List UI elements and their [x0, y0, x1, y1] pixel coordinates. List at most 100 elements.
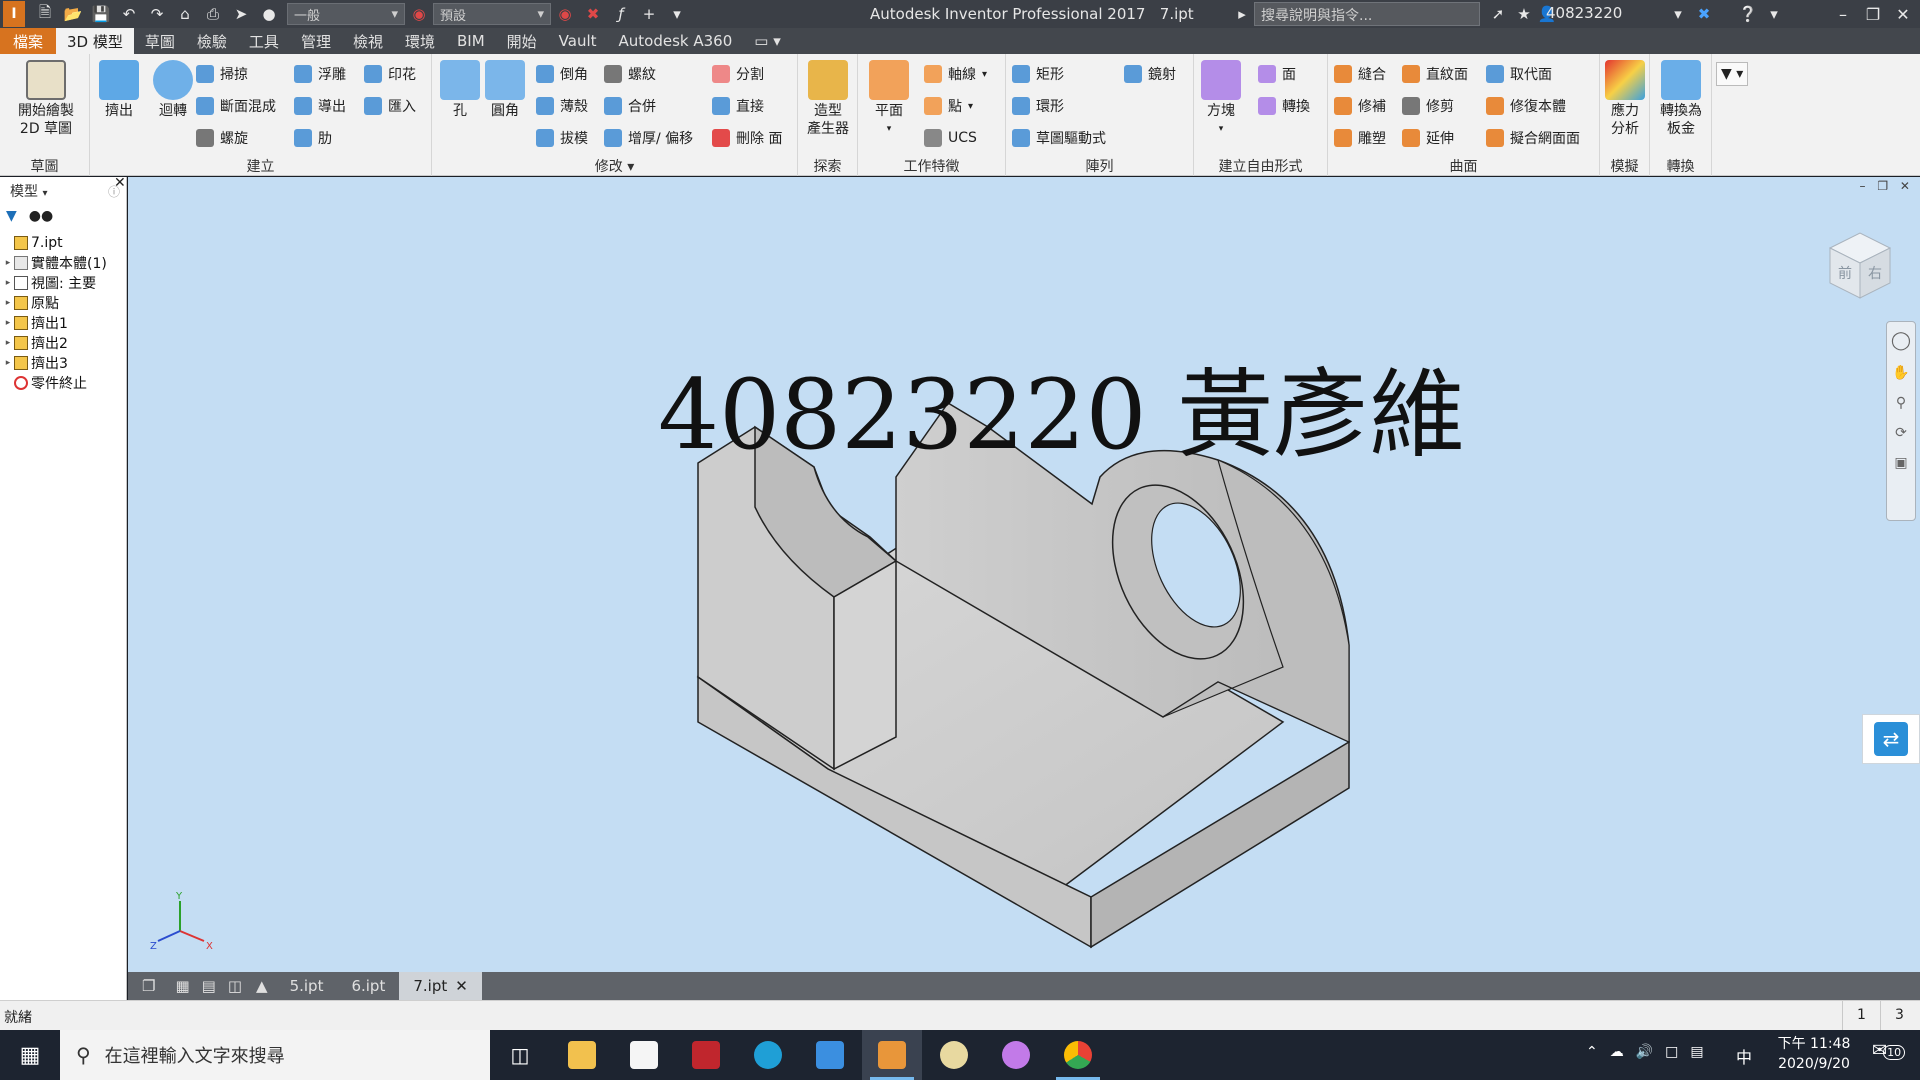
- axis-button[interactable]: 軸線 ▾: [924, 62, 987, 86]
- ribbon-display-toggle-icon[interactable]: ▭ ▾: [743, 28, 791, 54]
- emboss-button[interactable]: 浮雕: [294, 62, 346, 86]
- draft-button[interactable]: 拔模: [536, 126, 588, 150]
- notification-center-icon[interactable]: ✉10: [1872, 1040, 1906, 1061]
- loft-button[interactable]: 斷面混成: [196, 94, 276, 118]
- tab-manage[interactable]: 管理: [290, 28, 342, 54]
- tab-inspect[interactable]: 檢驗: [186, 28, 238, 54]
- doc-tab-7[interactable]: 7.ipt ✕: [399, 972, 482, 1000]
- tree-item-extrusion1[interactable]: ▸ 擠出1: [2, 313, 126, 333]
- color-wheel-icon[interactable]: ◉: [405, 2, 433, 26]
- user-name[interactable]: 40823220: [1546, 4, 1622, 22]
- redo-icon[interactable]: ↷: [143, 2, 171, 26]
- stitch-button[interactable]: 縫合: [1334, 62, 1386, 86]
- task-view-icon[interactable]: ◫: [490, 1030, 550, 1080]
- combine-button[interactable]: 合併: [604, 94, 656, 118]
- material-ball-icon[interactable]: ●: [255, 2, 283, 26]
- minimize-icon[interactable]: –: [1830, 2, 1856, 26]
- freeform-box-button[interactable]: 方塊 ▾: [1198, 60, 1244, 138]
- circular-pattern-button[interactable]: 環形: [1012, 94, 1064, 118]
- rib-button[interactable]: 肋: [294, 126, 332, 150]
- taskbar-clock[interactable]: 下午 11:48 2020/9/20: [1764, 1034, 1864, 1074]
- paint-icon[interactable]: [924, 1030, 984, 1080]
- close-icon[interactable]: ✕: [1890, 2, 1916, 26]
- file-explorer-icon[interactable]: [552, 1030, 612, 1080]
- freeform-face-button[interactable]: 面: [1258, 62, 1296, 86]
- help-search-input[interactable]: 搜尋說明與指令...: [1254, 2, 1480, 26]
- mirror-button[interactable]: 鏡射: [1124, 62, 1176, 86]
- extend-button[interactable]: 延伸: [1402, 126, 1454, 150]
- ime-indicator[interactable]: 中: [1736, 1044, 1752, 1068]
- expand-arrow-icon[interactable]: ▸: [2, 278, 14, 288]
- appearance-select[interactable]: 一般 ▾: [287, 3, 405, 25]
- share-view-button[interactable]: ⇄: [1862, 714, 1920, 764]
- help-dropdown-icon[interactable]: ▾: [1760, 2, 1788, 26]
- open-file-icon[interactable]: 📂: [59, 2, 87, 26]
- panel-title-modify[interactable]: 修改 ▾: [432, 156, 797, 176]
- left-block-inner-face[interactable]: [833, 559, 897, 771]
- convert-to-sheet-metal-button[interactable]: 轉換為 板金: [1654, 60, 1708, 138]
- parameters-fx-icon[interactable]: ƒ: [607, 2, 635, 26]
- tab-sketch[interactable]: 草圖: [134, 28, 186, 54]
- expand-arrow-icon[interactable]: ▸: [1228, 2, 1256, 26]
- delete-face-button[interactable]: 刪除 面: [712, 126, 782, 150]
- hole-button[interactable]: 孔: [440, 60, 480, 120]
- tree-item-extrusion2[interactable]: ▸ 擠出2: [2, 333, 126, 353]
- tile-horizontal-icon[interactable]: ▤: [196, 972, 222, 1000]
- tile-vertical-icon[interactable]: ◫: [222, 972, 248, 1000]
- expand-arrow-icon[interactable]: ▸: [2, 358, 14, 368]
- taskbar-search-input[interactable]: ⚲ 在這裡輸入文字來搜尋: [60, 1030, 490, 1080]
- steering-wheel-icon[interactable]: ◯: [1887, 322, 1915, 358]
- thread-button[interactable]: 螺紋: [604, 62, 656, 86]
- ruled-surface-button[interactable]: 直紋面: [1402, 62, 1468, 86]
- shell-button[interactable]: 薄殼: [536, 94, 588, 118]
- ucs-button[interactable]: UCS: [924, 126, 977, 150]
- revolve-button[interactable]: 迴轉: [146, 60, 200, 120]
- search-tool-icon[interactable]: ➚: [1484, 2, 1512, 26]
- tab-environments[interactable]: 環境: [394, 28, 446, 54]
- doc-tab-5[interactable]: 5.ipt: [276, 972, 338, 1000]
- chrome-icon[interactable]: [1048, 1030, 1108, 1080]
- import-button[interactable]: 匯入: [364, 94, 416, 118]
- part-model[interactable]: [128, 177, 1920, 972]
- tile-icon[interactable]: ▦: [169, 972, 195, 1000]
- trim-button[interactable]: 修剪: [1402, 94, 1454, 118]
- fit-mesh-face-button[interactable]: 擬合網面面: [1486, 126, 1580, 150]
- zoom-icon[interactable]: ⚲: [1887, 388, 1915, 418]
- expand-arrow-icon[interactable]: ▸: [2, 318, 14, 328]
- inventor-logo[interactable]: I: [3, 1, 25, 27]
- tree-item-extrusion3[interactable]: ▸ 擠出3: [2, 353, 126, 373]
- ribbon-more-dropdown[interactable]: ▼ ▾: [1716, 62, 1749, 86]
- select-icon[interactable]: ➤: [227, 2, 255, 26]
- cascade-icon[interactable]: ❐: [128, 972, 169, 1000]
- doc-tab-6[interactable]: 6.ipt: [337, 972, 399, 1000]
- print-icon[interactable]: ⎙: [199, 2, 227, 26]
- material-select[interactable]: 預設 ▾: [433, 3, 551, 25]
- tab-3d-model[interactable]: 3D 模型: [56, 28, 134, 54]
- game-app-icon[interactable]: [676, 1030, 736, 1080]
- undo-icon[interactable]: ↶: [115, 2, 143, 26]
- point-button[interactable]: 點 ▾: [924, 94, 973, 118]
- sculpt-button[interactable]: 雕塑: [1334, 126, 1386, 150]
- expand-arrow-icon[interactable]: ▸: [2, 338, 14, 348]
- close-tab-icon[interactable]: ✕: [455, 977, 468, 995]
- derive-button[interactable]: 導出: [294, 94, 346, 118]
- thicken-offset-button[interactable]: 增厚/ 偏移: [604, 126, 693, 150]
- tab-get-started[interactable]: 開始: [496, 28, 548, 54]
- filter-icon[interactable]: ▼: [6, 208, 17, 224]
- save-icon[interactable]: 💾: [87, 2, 115, 26]
- find-binoculars-icon[interactable]: ●●: [29, 208, 53, 224]
- direct-edit-button[interactable]: 直接: [712, 94, 764, 118]
- edge-browser-icon[interactable]: [738, 1030, 798, 1080]
- orbit-icon[interactable]: ⟳: [1887, 418, 1915, 448]
- look-at-icon[interactable]: ▣: [1887, 448, 1915, 478]
- close-browser-icon[interactable]: ✕: [114, 175, 126, 191]
- customize-icon[interactable]: ▾: [663, 2, 691, 26]
- shape-generator-button[interactable]: 造型 產生器: [802, 60, 854, 138]
- decal-button[interactable]: 印花: [364, 62, 416, 86]
- split-button[interactable]: 分割: [712, 62, 764, 86]
- browser-title-dropdown[interactable]: 模型 ▾: [10, 181, 47, 201]
- restore-icon[interactable]: ❐: [1860, 2, 1886, 26]
- home-icon[interactable]: ⌂: [171, 2, 199, 26]
- tab-bim[interactable]: BIM: [446, 28, 496, 54]
- store-icon[interactable]: [614, 1030, 674, 1080]
